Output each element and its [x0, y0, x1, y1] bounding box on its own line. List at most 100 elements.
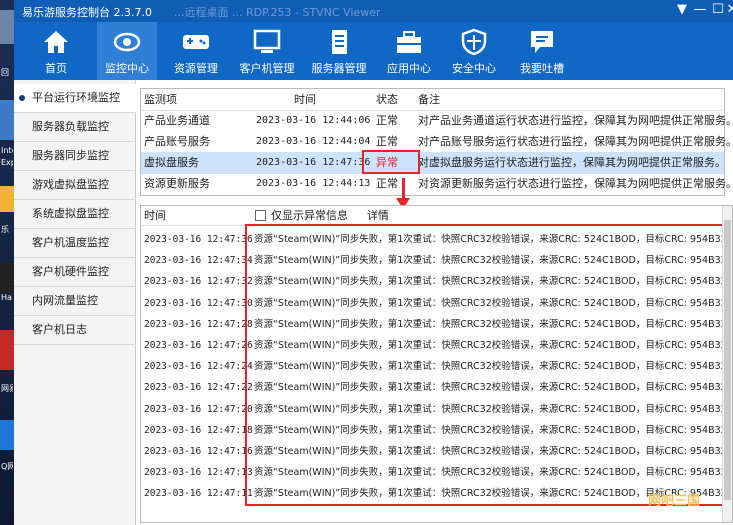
toolbar-label: 首页 [45, 62, 67, 75]
background-window-title: ...远程桌面 ... RDP.253 - STVNC Viewer [174, 6, 381, 19]
nav-label: 客户机日志 [32, 323, 87, 336]
nav-item-server-sync[interactable]: 服务器同步监控 [14, 142, 136, 171]
desktop-label: Exp [1, 158, 13, 167]
log-time: 2023-03-16 12:47:28 [144, 318, 253, 330]
toolbar-label: 服务器管理 [311, 62, 367, 75]
log-time: 2023-03-16 12:47:30 [144, 297, 253, 309]
cell-item: 虚拟盘服务 [144, 156, 199, 169]
log-time: 2023-03-16 12:47:32 [144, 276, 253, 288]
desktop-label: 乐 [1, 225, 9, 234]
table-row[interactable]: 产品业务通道 2023-03-16 12:44:06 正常 对产品业务通道运行状… [141, 110, 733, 132]
nav-label: 服务器同步监控 [32, 149, 109, 162]
active-dot-icon [19, 95, 25, 101]
gamepad-icon [183, 35, 209, 49]
shield-icon [461, 28, 487, 56]
toolbar-label: 资源管理 [174, 62, 218, 75]
toolbar-server-management[interactable]: 服务器管理 [306, 22, 372, 80]
cell-status: 正常 [376, 177, 398, 190]
toolbar-home[interactable]: 首页 [28, 22, 84, 80]
desktop-label: Inte [1, 146, 13, 155]
main-toolbar: 首页 监控中心 资源管理 客户机管理 服务器管理 应用中心 安全中心 我要吐槽 [14, 22, 733, 80]
app-title: 易乐游服务控制台 2.3.7.0 [22, 6, 152, 19]
cell-item: 产品账号服务 [144, 135, 210, 148]
column-header-detail[interactable]: 详情 [367, 206, 389, 226]
column-header-time[interactable]: 时间 [144, 206, 166, 226]
column-header[interactable]: 时间 [294, 89, 316, 111]
nav-item-platform-env[interactable]: 平台运行环境监控 [14, 84, 136, 113]
toolbar-label: 客户机管理 [239, 62, 295, 75]
toolbar-monitor-center[interactable]: 监控中心 [97, 22, 157, 80]
toolbar-label: 监控中心 [105, 62, 149, 75]
table-row-selected[interactable]: 虚拟盘服务 2023-03-16 12:47:36 异常 对虚拟盘服务运行状态进… [141, 152, 726, 174]
nav-item-client-log[interactable]: 客户机日志 [14, 316, 136, 345]
cell-status: 正常 [376, 114, 398, 127]
desktop-label: 回 [1, 68, 9, 77]
log-time: 2023-03-16 12:47:26 [144, 340, 253, 351]
annotation-arrow-shaft [402, 178, 405, 200]
table-row[interactable]: 资源更新服务 2023-03-16 12:44:13 正常 对资源更新服务运行状… [141, 173, 733, 195]
error-highlight-box [362, 150, 420, 174]
cell-note: 对产品账号服务运行状态进行监控，保障其为网吧提供正常服务。 [418, 135, 733, 148]
column-header[interactable]: 状态 [376, 89, 398, 111]
toolbar-label: 安全中心 [452, 62, 496, 75]
chat-icon [531, 31, 553, 53]
home-icon [44, 31, 68, 53]
cell-time: 2023-03-16 12:44:04 [256, 136, 371, 147]
nav-item-game-vdisk[interactable]: 游戏虚拟盘监控 [14, 171, 136, 200]
toolbar-label: 我要吐槽 [520, 62, 564, 75]
log-scrollbar[interactable] [722, 206, 732, 522]
eye-icon [113, 32, 141, 52]
column-header[interactable]: 备注 [418, 89, 440, 111]
desktop-label: Ha [1, 293, 12, 302]
toolbar-client-management[interactable]: 客户机管理 [234, 22, 300, 80]
minimize-button[interactable]: — [692, 2, 708, 18]
column-header[interactable]: 监测项 [144, 89, 177, 111]
app-icon [0, 420, 14, 450]
browser-icon [0, 100, 14, 140]
server-document-icon [332, 30, 347, 54]
log-time: 2023-03-16 12:47:36 [144, 234, 253, 245]
nav-item-client-temp[interactable]: 客户机温度监控 [14, 229, 136, 258]
nav-item-system-vdisk[interactable]: 系统虚拟盘监控 [14, 200, 136, 229]
nav-item-lan-traffic[interactable]: 内网流量监控 [14, 287, 136, 316]
log-time: 2023-03-16 12:47:22 [144, 382, 253, 394]
close-button[interactable]: ✕ [724, 2, 733, 18]
nav-item-server-load[interactable]: 服务器负载监控 [14, 113, 136, 142]
cell-time: 2023-03-16 12:44:06 [256, 115, 371, 126]
toolbar-security-center[interactable]: 安全中心 [444, 22, 504, 80]
cell-time: 2023-03-16 12:47:36 [256, 157, 371, 168]
nav-item-client-hardware[interactable]: 客户机硬件监控 [14, 258, 136, 287]
log-time: 2023-03-16 12:47:20 [144, 403, 253, 415]
toolbar-feedback[interactable]: 我要吐槽 [512, 22, 572, 80]
table-row[interactable]: 产品账号服务 2023-03-16 12:44:04 正常 对产品账号服务运行状… [141, 131, 733, 153]
scrollbar-thumb[interactable] [724, 220, 731, 500]
recycle-bin-icon [0, 10, 14, 44]
monitor-table-header: 监测项 时间 状态 备注 [141, 89, 724, 111]
side-nav: 平台运行环境监控 服务器负载监控 服务器同步监控 游戏虚拟盘监控 系统虚拟盘监控… [14, 80, 136, 525]
toolbar-app-center[interactable]: 应用中心 [378, 22, 440, 80]
cell-item: 产品业务通道 [144, 114, 210, 127]
toolbox-icon [397, 31, 421, 53]
cell-time: 2023-03-16 12:44:13 [256, 178, 371, 189]
log-time: 2023-03-16 12:47:13 [144, 467, 253, 479]
app-icon [0, 186, 14, 212]
log-time: 2023-03-16 12:47:11 [144, 488, 253, 500]
cell-note: 对产品业务通道运行状态进行监控，保障其为网吧提供正常服务。 [418, 114, 733, 127]
nav-label: 平台运行环境监控 [32, 91, 120, 104]
desktop-label: Q网 [1, 462, 13, 471]
nav-label: 服务器负载监控 [32, 120, 109, 133]
desktop-label: 网易 [1, 384, 13, 393]
only-errors-label[interactable]: 仅显示异常信息 [271, 206, 348, 226]
monitor-icon [253, 29, 281, 53]
log-time: 2023-03-16 12:47:18 [144, 424, 253, 436]
log-time: 2023-03-16 12:47:16 [144, 446, 253, 457]
toolbar-resources[interactable]: 资源管理 [166, 22, 226, 80]
app-icon [0, 262, 14, 292]
cell-note: 对虚拟盘服务运行状态进行监控，保障其为网吧提供正常服务。 [418, 156, 726, 169]
log-table-header: 时间 仅显示异常信息 详情 [141, 206, 732, 226]
menu-dropdown-icon[interactable]: ▼ [674, 2, 690, 18]
only-errors-checkbox[interactable] [255, 210, 266, 221]
watermark: 网吧三国 [647, 494, 700, 509]
nav-label: 系统虚拟盘监控 [32, 207, 109, 220]
main-window: 易乐游服务控制台 2.3.7.0 ...远程桌面 ... RDP.253 - S… [14, 0, 733, 525]
